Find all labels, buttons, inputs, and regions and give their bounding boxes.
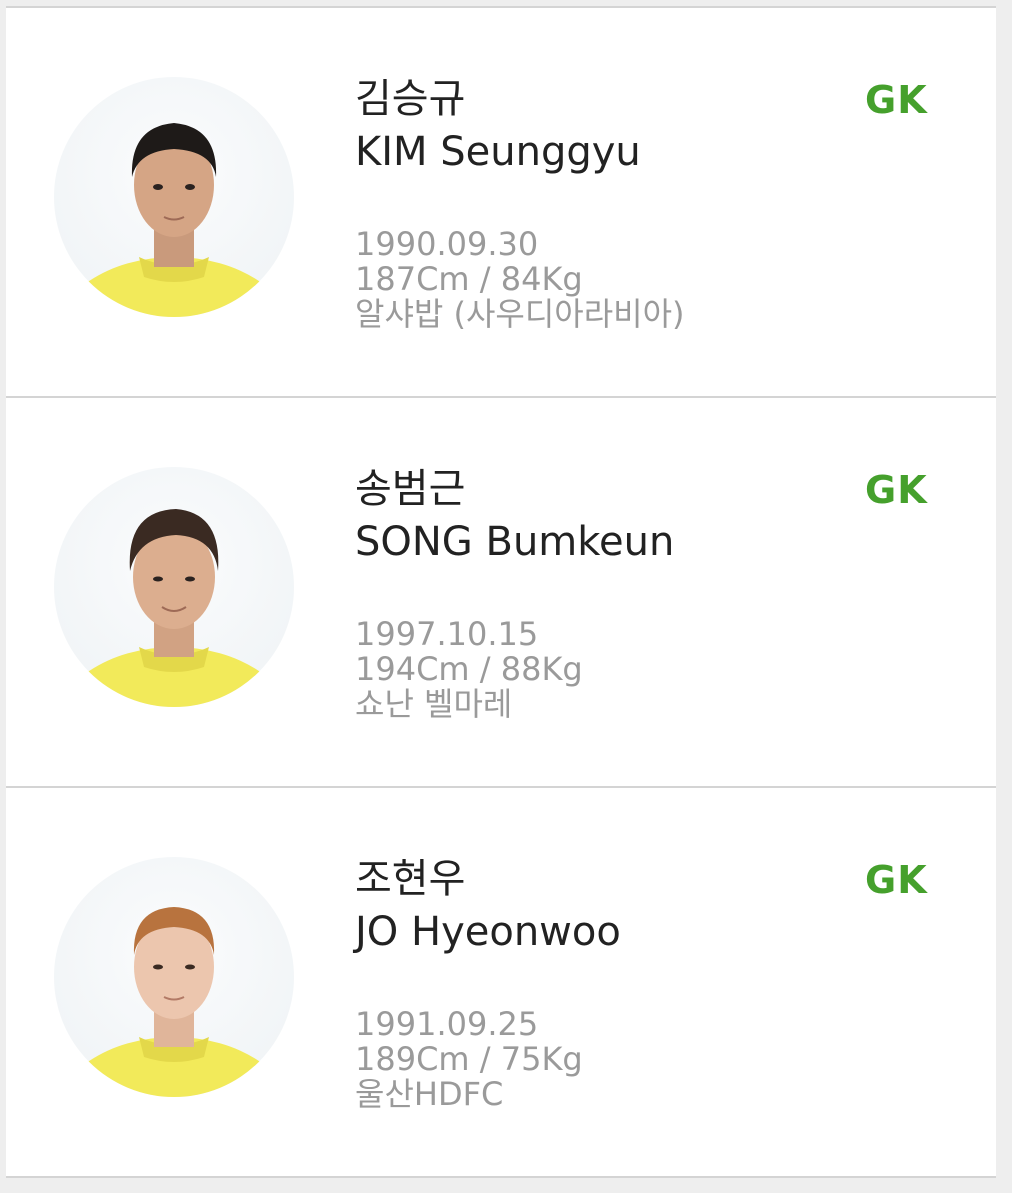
player-name-english: JO Hyeonwoo <box>355 909 621 955</box>
player-info: 1990.09.30 187Cm / 84Kg 알샤밥 (사우디아라비아) <box>355 227 685 332</box>
player-photo <box>54 77 294 317</box>
height-weight: 187Cm / 84Kg <box>355 260 583 298</box>
player-name-korean: 김승규 <box>355 76 466 122</box>
height-weight: 194Cm / 88Kg <box>355 650 583 688</box>
club-name: 울산HDFC <box>355 1075 504 1113</box>
player-name-korean: 조현우 <box>355 856 466 902</box>
height-weight: 189Cm / 75Kg <box>355 1040 583 1078</box>
player-photo <box>54 857 294 1097</box>
player-info: 1997.10.15 194Cm / 88Kg 쇼난 벨마레 <box>355 617 583 722</box>
player-photo <box>54 467 294 707</box>
club-name: 쇼난 벨마레 <box>355 685 513 723</box>
birth-date: 1997.10.15 <box>355 615 539 653</box>
player-card[interactable]: 송범근 SONG Bumkeun GK 1997.10.15 194Cm / 8… <box>6 398 996 786</box>
divider <box>6 1176 996 1178</box>
birth-date: 1990.09.30 <box>355 225 539 263</box>
player-card[interactable]: 김승규 KIM Seunggyu GK 1990.09.30 187Cm / 8… <box>6 8 996 396</box>
player-name-korean: 송범근 <box>355 466 466 512</box>
position-badge: GK <box>865 858 928 902</box>
player-info: 1991.09.25 189Cm / 75Kg 울산HDFC <box>355 1007 583 1112</box>
birth-date: 1991.09.25 <box>355 1005 539 1043</box>
position-badge: GK <box>865 78 928 122</box>
player-name-english: KIM Seunggyu <box>355 129 641 175</box>
player-card[interactable]: 조현우 JO Hyeonwoo GK 1991.09.25 189Cm / 75… <box>6 788 996 1176</box>
position-badge: GK <box>865 468 928 512</box>
club-name: 알샤밥 (사우디아라비아) <box>355 295 685 333</box>
player-name-english: SONG Bumkeun <box>355 519 675 565</box>
